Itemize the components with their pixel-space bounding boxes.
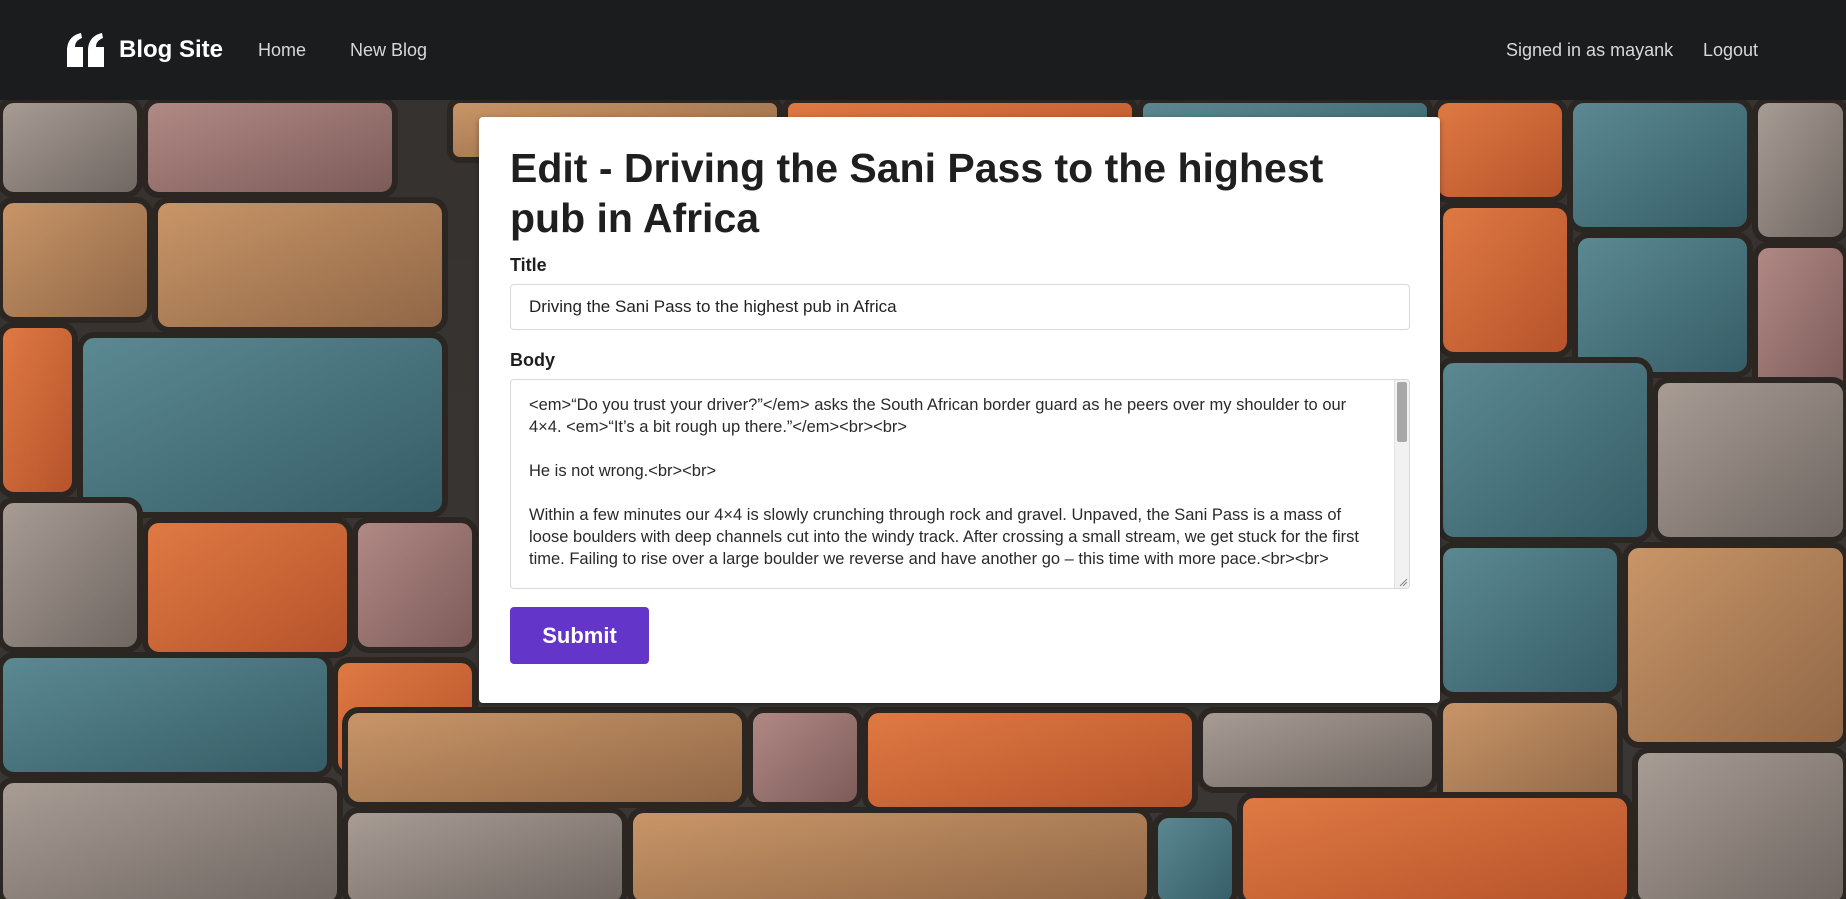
page-title: Edit - Driving the Sani Pass to the high… xyxy=(510,145,1324,241)
title-input[interactable] xyxy=(510,284,1410,330)
submit-button[interactable]: Submit xyxy=(510,607,649,664)
body-field-label: Body xyxy=(510,350,555,370)
signed-in-user-link[interactable]: Signed in as mayank xyxy=(1506,38,1673,62)
quote-icon xyxy=(67,33,104,67)
body-scrollbar[interactable] xyxy=(1394,380,1409,588)
title-field-label: Title xyxy=(510,255,547,275)
nav-home-link[interactable]: Home xyxy=(258,38,306,62)
body-textarea[interactable]: <em>“Do you trust your driver?”</em> ask… xyxy=(510,379,1410,589)
logout-link[interactable]: Logout xyxy=(1703,38,1758,62)
body-textarea-content[interactable]: <em>“Do you trust your driver?”</em> ask… xyxy=(529,394,1379,570)
resize-handle-icon[interactable] xyxy=(1398,577,1408,587)
top-navbar: Blog Site Home New Blog Signed in as may… xyxy=(0,0,1846,100)
nav-new-blog-link[interactable]: New Blog xyxy=(350,38,427,62)
brand-link[interactable]: Blog Site xyxy=(67,30,223,70)
brand-name: Blog Site xyxy=(119,36,224,63)
body-scrollbar-thumb[interactable] xyxy=(1397,382,1407,442)
edit-form-card: Edit - Driving the Sani Pass to the high… xyxy=(479,117,1440,703)
